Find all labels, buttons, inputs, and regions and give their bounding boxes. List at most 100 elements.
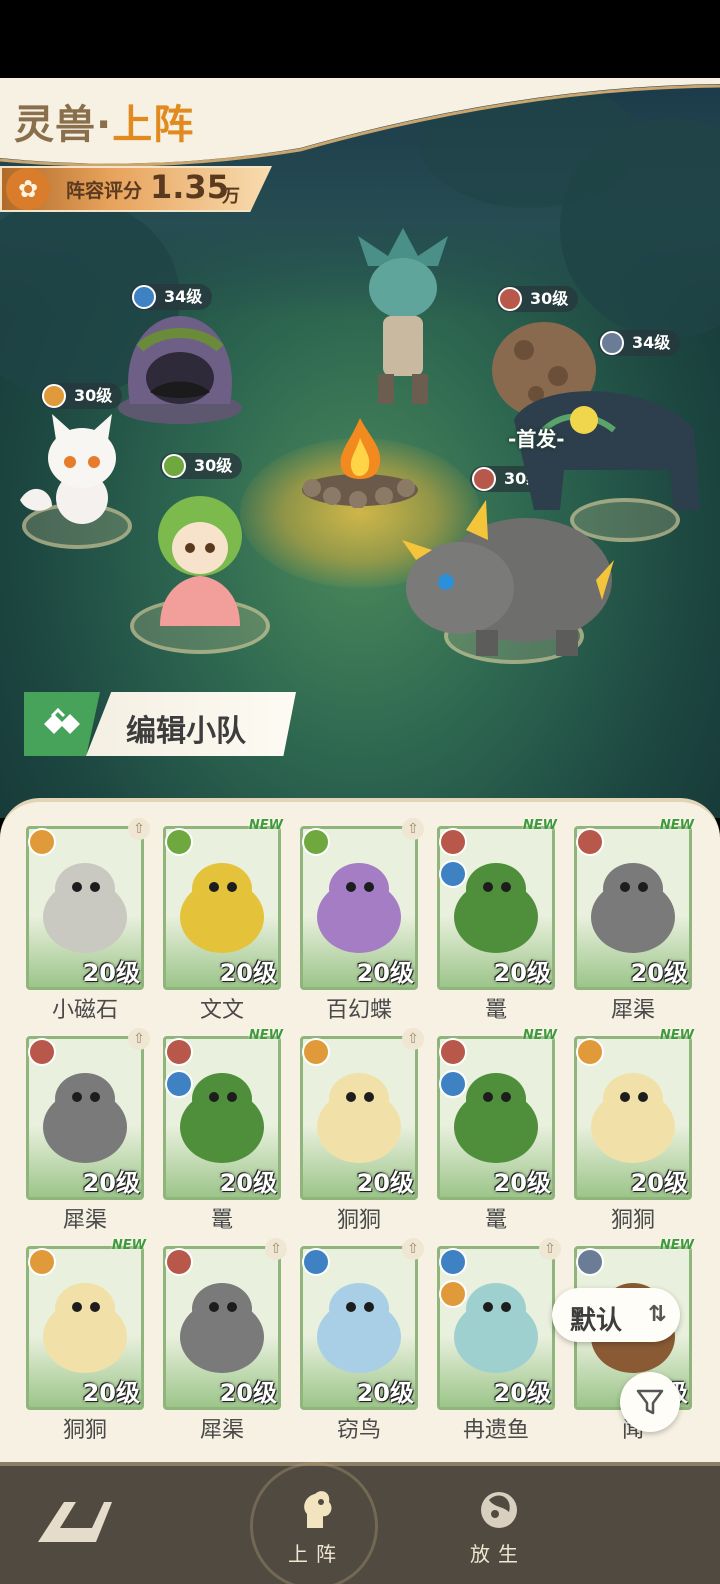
creature-card[interactable]: ⇧ 20级 窃鸟 bbox=[300, 1238, 424, 1443]
creature-name: 狪狪 bbox=[610, 1208, 655, 1233]
sort-button[interactable]: 默认 ⇅ bbox=[552, 1288, 680, 1342]
new-badge: NEW bbox=[659, 1238, 694, 1253]
creature-level: 20级 bbox=[219, 959, 277, 987]
fire-element-icon bbox=[498, 287, 522, 311]
sort-label: 默认 bbox=[570, 1306, 623, 1336]
light-element-icon bbox=[42, 384, 66, 408]
new-badge: NEW bbox=[248, 818, 283, 833]
paw-icon: ✿ bbox=[6, 168, 50, 210]
unit-level-tag: 30级 bbox=[496, 286, 579, 312]
white-fox-sprite[interactable] bbox=[12, 410, 132, 530]
new-badge: NEW bbox=[522, 818, 557, 833]
creature-card[interactable]: NEW 20级鼍 bbox=[437, 1028, 557, 1233]
score-value: 1.35 bbox=[150, 168, 229, 206]
new-badge: NEW bbox=[522, 1028, 557, 1043]
light-element-icon bbox=[439, 1280, 467, 1308]
fire-element-icon bbox=[439, 828, 467, 856]
sprout-girl-sprite[interactable] bbox=[140, 486, 260, 636]
fire-element-icon bbox=[165, 1038, 193, 1066]
nav-item-label: 放生 bbox=[470, 1542, 526, 1566]
unit-level: 34级 bbox=[164, 287, 203, 306]
nav-item-release[interactable]: 放生 bbox=[448, 1484, 548, 1567]
page-title-accent: 上阵 bbox=[112, 102, 195, 148]
edit-team-button[interactable]: 编辑小队 bbox=[24, 692, 296, 756]
page-title-main: 灵兽· bbox=[14, 102, 113, 148]
creature-card[interactable]: NEW 20级鼍 bbox=[163, 1028, 283, 1233]
light-element-icon bbox=[28, 1248, 56, 1276]
status-bar bbox=[0, 0, 720, 80]
grass-element-icon bbox=[302, 828, 330, 856]
creature-name: 冉遗鱼 bbox=[462, 1418, 529, 1443]
upgrade-arrow-icon: ⇧ bbox=[128, 1028, 150, 1050]
metal-element-icon bbox=[576, 1248, 604, 1276]
creature-card[interactable]: NEW 20级鼍 bbox=[437, 818, 557, 1023]
creature-card[interactable]: NEW 20级 狪狪 bbox=[26, 1238, 146, 1443]
creature-name: 文文 bbox=[199, 998, 244, 1023]
edit-team-icon-box bbox=[24, 692, 100, 756]
creature-name: 窃鸟 bbox=[336, 1418, 381, 1443]
formation-icon bbox=[44, 707, 80, 734]
water-element-icon bbox=[302, 1248, 330, 1276]
creature-level: 20级 bbox=[356, 1169, 414, 1197]
creature-level: 20级 bbox=[630, 1169, 688, 1197]
captain-label: -首发- bbox=[508, 427, 565, 451]
nav-item-label: 上阵 bbox=[288, 1542, 344, 1566]
back-icon[interactable] bbox=[30, 1494, 114, 1546]
water-element-icon bbox=[439, 1070, 467, 1098]
swap-vertical-icon: ⇅ bbox=[648, 1302, 667, 1327]
unit-level: 30级 bbox=[530, 289, 569, 308]
upgrade-arrow-icon: ⇧ bbox=[128, 818, 150, 840]
score-label: 阵容评分 bbox=[66, 180, 143, 202]
fire-element-icon bbox=[165, 1248, 193, 1276]
rhino-creature-sprite[interactable] bbox=[396, 490, 616, 660]
creature-level: 20级 bbox=[493, 1169, 551, 1197]
unit-level-tag: 30级 bbox=[160, 453, 243, 479]
creature-card[interactable]: ⇧ 20级 小磁石 bbox=[26, 818, 150, 1023]
creature-card[interactable]: ⇧ 20级 犀渠 bbox=[163, 1238, 287, 1443]
creature-card[interactable]: NEW 20级 犀渠 bbox=[574, 818, 694, 1023]
creature-name: 鼍 bbox=[484, 1208, 507, 1233]
creature-card[interactable]: NEW 20级 狪狪 bbox=[574, 1028, 694, 1233]
creature-name: 百幻蝶 bbox=[325, 998, 392, 1023]
water-element-icon bbox=[439, 860, 467, 888]
creature-card[interactable]: ⇧ 20级冉遗鱼 bbox=[437, 1238, 561, 1443]
creature-level: 20级 bbox=[82, 1169, 140, 1197]
creature-name: 鼍 bbox=[210, 1208, 233, 1233]
filter-button[interactable] bbox=[620, 1372, 680, 1432]
creature-name: 狪狪 bbox=[62, 1418, 107, 1443]
deploy-icon bbox=[304, 1491, 332, 1528]
masked-hero-sprite[interactable] bbox=[338, 226, 468, 416]
creature-level: 20级 bbox=[493, 959, 551, 987]
new-badge: NEW bbox=[659, 818, 694, 833]
creature-card[interactable]: NEW 20级文文 bbox=[163, 818, 283, 1023]
upgrade-arrow-icon: ⇧ bbox=[539, 1238, 561, 1260]
upgrade-arrow-icon: ⇧ bbox=[402, 1238, 424, 1260]
grass-element-icon bbox=[162, 454, 186, 478]
upgrade-arrow-icon: ⇧ bbox=[402, 818, 424, 840]
creature-level: 20级 bbox=[493, 1379, 551, 1407]
creature-level: 20级 bbox=[82, 959, 140, 987]
creature-level: 20级 bbox=[219, 1169, 277, 1197]
creature-name: 犀渠 bbox=[62, 1208, 107, 1233]
unit-level-tag: 34级 bbox=[130, 284, 213, 310]
nav-item-deploy[interactable]: 上阵 bbox=[266, 1484, 366, 1567]
fire-element-icon bbox=[576, 828, 604, 856]
creature-card[interactable]: ⇧ 20级犀渠 bbox=[26, 1028, 150, 1233]
creature-name: 犀渠 bbox=[199, 1418, 244, 1443]
grass-element-icon bbox=[165, 828, 193, 856]
fire-element-icon bbox=[439, 1038, 467, 1066]
edit-team-label: 编辑小队 bbox=[126, 714, 246, 749]
fire-element-icon bbox=[28, 1038, 56, 1066]
score-unit: 万 bbox=[222, 186, 240, 207]
creature-level: 20级 bbox=[219, 1379, 277, 1407]
light-element-icon bbox=[28, 828, 56, 856]
upgrade-arrow-icon: ⇧ bbox=[402, 1028, 424, 1050]
creature-card[interactable]: ⇧ 20级 狪狪 bbox=[300, 1028, 424, 1233]
creature-name: 犀渠 bbox=[610, 998, 655, 1023]
unit-level: 30级 bbox=[194, 456, 233, 475]
page-title: 灵兽·上阵 bbox=[14, 92, 194, 150]
water-element-icon bbox=[132, 285, 156, 309]
creature-card[interactable]: ⇧ 20级 百幻蝶 bbox=[300, 818, 424, 1023]
light-element-icon bbox=[302, 1038, 330, 1066]
new-badge: NEW bbox=[111, 1238, 146, 1253]
